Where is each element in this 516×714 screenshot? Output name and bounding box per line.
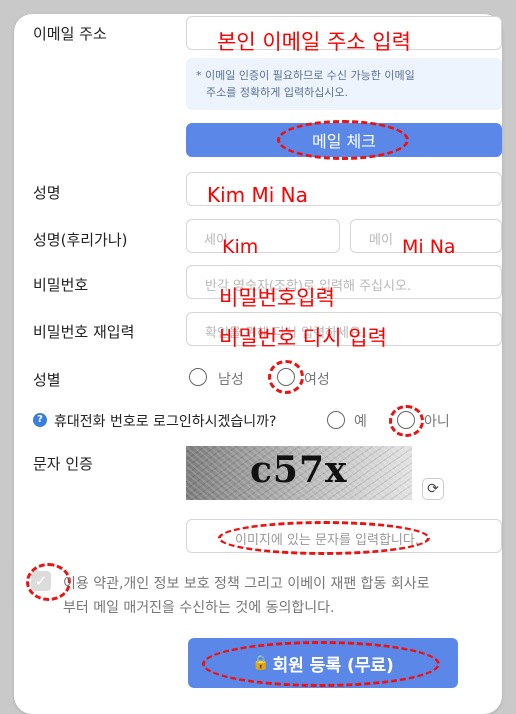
first-name-annotation: Mi Na: [402, 236, 456, 258]
email-label: 이메일 주소: [33, 25, 107, 43]
name-label: 성명: [33, 184, 61, 202]
phone-login-question: 휴대전화 번호로 로그인하시겠습니까?: [54, 414, 277, 430]
gender-label: 성별: [33, 371, 61, 389]
furigana-first-placeholder: 메이: [369, 233, 393, 248]
password-annotation: 비밀번호입력: [219, 286, 335, 310]
mail-check-highlight: [277, 120, 409, 160]
password-confirm-annotation: 비밀번호 다시 입력: [219, 326, 387, 350]
password-label: 비밀번호: [33, 276, 89, 294]
phone-login-yes-radio[interactable]: [327, 411, 345, 429]
gender-female-label: 여성: [304, 372, 330, 388]
register-button-highlight: [202, 641, 440, 687]
phone-login-yes-label: 예: [354, 414, 367, 430]
name-annotation: Kim Mi Na: [207, 183, 308, 207]
captcha-image: c57x: [186, 446, 412, 500]
phone-login-no-label: 아니: [424, 414, 450, 430]
refresh-captcha-icon[interactable]: ⟳: [422, 478, 444, 500]
email-notice-line1: * 이메일 인증이 필요하므로 수신 가능한 이메일: [196, 69, 415, 82]
agreement-text: 이용 약관,개인 정보 보호 정책 그리고 이베이 재팬 합동 회사로 부터 메…: [63, 572, 430, 620]
captcha-label: 문자 인증: [33, 455, 93, 473]
agreement-line1: 이용 약관,개인 정보 보호 정책 그리고 이베이 재팬 합동 회사로: [63, 576, 430, 592]
phone-login-no-highlight: [389, 405, 424, 437]
gender-male-radio[interactable]: [189, 368, 207, 386]
email-notice: * 이메일 인증이 필요하므로 수신 가능한 이메일 주소를 정확하게 입력하십…: [186, 58, 502, 110]
furigana-label: 성명(후리가나): [33, 231, 128, 249]
agreement-line2: 부터 메일 매거진을 수신하는 것에 동의합니다.: [63, 600, 335, 616]
last-name-annotation: Kim: [222, 236, 259, 258]
password-confirm-label: 비밀번호 재입력: [33, 323, 135, 341]
help-icon[interactable]: ?: [33, 413, 47, 427]
gender-male-label: 남성: [218, 372, 244, 388]
captcha-input-highlight: [218, 521, 430, 555]
email-notice-line2: 주소를 정확하게 입력하십시오.: [206, 86, 349, 99]
captcha-text: c57x: [250, 449, 348, 491]
gender-female-highlight: [268, 360, 304, 394]
email-annotation: 본인 이메일 주소 입력: [217, 30, 411, 54]
